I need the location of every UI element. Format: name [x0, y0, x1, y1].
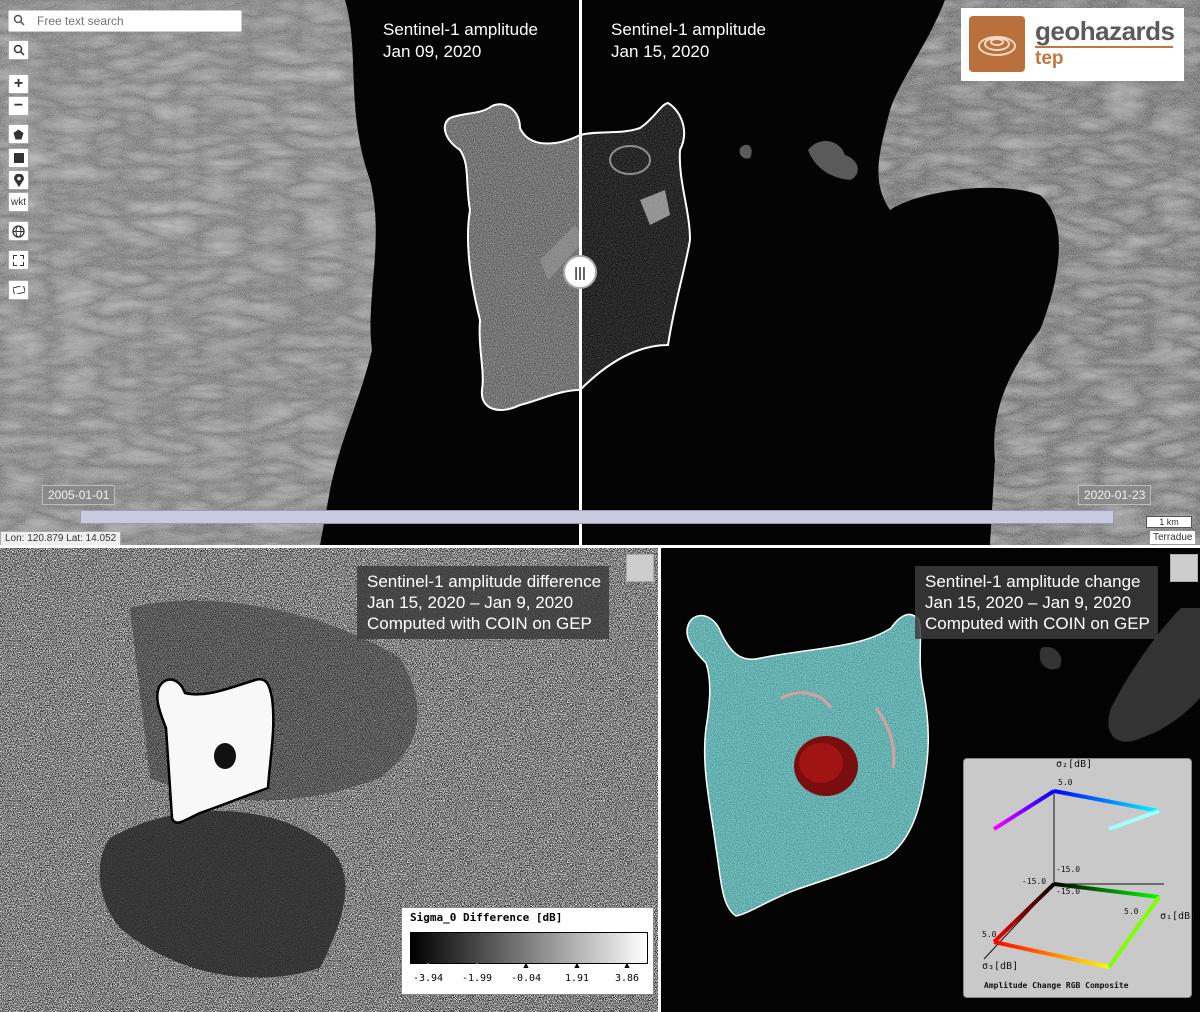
rgb-cube-legend: σ₂[dB] σ₁[dB] σ₃[dB] 5.0 -15.0 -15.0 -15…	[963, 758, 1196, 998]
marker-icon	[13, 173, 24, 187]
cursor-coordinates: Lon: 120.879 Lat: 14.052	[0, 531, 122, 545]
search-box[interactable]	[8, 10, 242, 32]
square-icon	[13, 153, 24, 163]
timeline-start-date[interactable]: 2005-01-01	[42, 485, 116, 505]
tick-marker-icon: ▲	[472, 960, 482, 970]
collapse-button[interactable]	[626, 554, 654, 582]
zoom-out-button[interactable]: −	[8, 96, 29, 116]
axis-value: -15.0	[1022, 877, 1047, 886]
left-caption-date: Jan 09, 2020	[383, 42, 482, 61]
geohazards-logo-icon	[969, 16, 1025, 72]
axis-label-left: σ₃[dB]	[982, 961, 1019, 972]
axis-value: 5.0	[1124, 907, 1139, 916]
expand-icon	[13, 254, 24, 266]
wkt-button[interactable]: wkt	[8, 192, 29, 212]
geohazards-logo: geohazards tep	[961, 8, 1184, 81]
change-caption: Sentinel-1 amplitude change Jan 15, 2020…	[915, 566, 1158, 639]
legend-tick-label: 3.86	[614, 973, 640, 984]
right-caption-title: Sentinel-1 amplitude	[611, 20, 766, 39]
legend-tick-label: -1.99	[461, 973, 493, 984]
tick-marker-icon: ▲	[521, 960, 531, 970]
time-range-slider[interactable]	[80, 510, 1114, 524]
difference-caption-dates: Jan 15, 2020 – Jan 9, 2020	[367, 593, 574, 612]
axis-label-top: σ₂[dB]	[1056, 759, 1093, 770]
polygon-icon	[13, 129, 24, 139]
axis-value: -15.0	[1056, 887, 1081, 896]
search-input[interactable]	[35, 12, 239, 30]
difference-caption: Sentinel-1 amplitude difference Jan 15, …	[357, 566, 610, 639]
draw-point-button[interactable]	[8, 170, 29, 190]
timeline-end-date[interactable]: 2020-01-23	[1078, 485, 1152, 505]
difference-caption-source: Computed with COIN on GEP	[367, 614, 592, 633]
legend-title: Sigma_0 Difference [dB]	[410, 911, 563, 924]
left-date-caption: Sentinel-1 amplitude Jan 09, 2020	[383, 19, 538, 63]
map-attribution[interactable]: Terradue	[1150, 531, 1196, 544]
search-icon	[13, 14, 25, 26]
tick-marker-icon: ▲	[572, 960, 582, 970]
right-caption-date: Jan 15, 2020	[611, 42, 710, 61]
axis-value: 5.0	[982, 930, 997, 939]
axis-value: 5.0	[1058, 778, 1073, 787]
logo-subtitle: tep	[1035, 48, 1064, 69]
left-caption-title: Sentinel-1 amplitude	[383, 20, 538, 39]
ruler-icon	[12, 286, 25, 294]
wkt-label: wkt	[11, 196, 26, 208]
measure-button[interactable]	[8, 280, 29, 300]
minus-icon: −	[13, 97, 24, 114]
legend-tick-label: -0.04	[510, 973, 542, 984]
search-button[interactable]	[8, 40, 29, 60]
axis-label-right: σ₁[dB]	[1160, 911, 1197, 922]
tick-marker-icon: ▲	[423, 960, 433, 970]
plus-icon: +	[13, 75, 24, 92]
draw-polygon-button[interactable]	[8, 124, 29, 144]
fullscreen-button[interactable]	[8, 250, 29, 270]
legend-tick-label: 1.91	[564, 973, 590, 984]
logo-title: geohazards	[1035, 16, 1175, 46]
tick-marker-icon: ▲	[622, 960, 632, 970]
change-caption-dates: Jan 15, 2020 – Jan 9, 2020	[925, 593, 1132, 612]
swipe-map[interactable]: Sentinel-1 amplitude Jan 09, 2020 Sentin…	[0, 0, 1200, 545]
difference-caption-title: Sentinel-1 amplitude difference	[367, 572, 602, 591]
legend-tick-label: -3.94	[412, 973, 444, 984]
change-caption-title: Sentinel-1 amplitude change	[925, 572, 1141, 591]
globe-button[interactable]	[8, 221, 29, 241]
difference-legend: Sigma_0 Difference [dB] ▲ ▲ ▲ ▲ ▲ -3.94 …	[401, 907, 654, 995]
collapse-button[interactable]	[1170, 554, 1198, 582]
zoom-in-button[interactable]: +	[8, 74, 29, 94]
axis-value: -15.0	[1056, 865, 1081, 874]
right-date-caption: Sentinel-1 amplitude Jan 15, 2020	[611, 19, 766, 63]
draw-square-button[interactable]	[8, 148, 29, 168]
swipe-grip-icon: |||	[574, 264, 586, 280]
sar-imagery	[0, 0, 1200, 545]
legend-footer: Amplitude Change RGB Composite	[984, 981, 1129, 990]
scale-bar: 1 km	[1146, 516, 1192, 528]
globe-icon	[12, 224, 25, 238]
swipe-handle[interactable]: |||	[563, 255, 597, 289]
search-icon	[13, 44, 25, 56]
change-caption-source: Computed with COIN on GEP	[925, 614, 1150, 633]
